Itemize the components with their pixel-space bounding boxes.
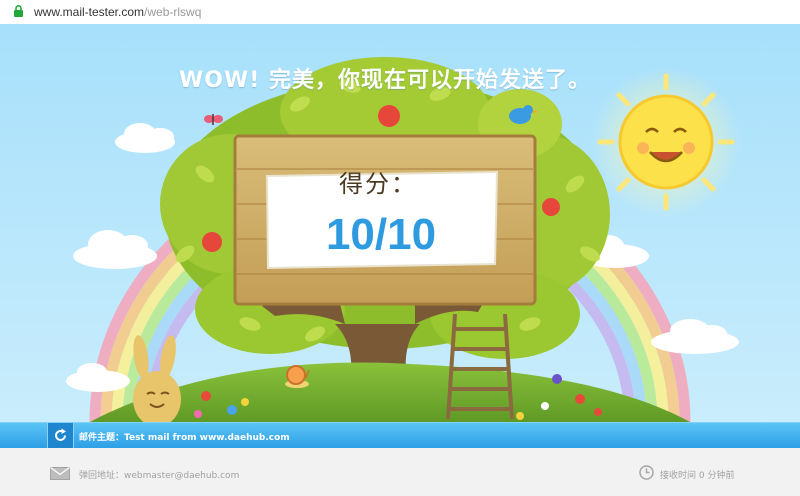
result-illustration: WOW! 完美，你现在可以开始发送了。 得分： 10/10 — [0, 24, 800, 427]
mail-subject: 邮件主题：Test mail from www.daehub.com — [79, 430, 290, 443]
result-headline: WOW! 完美，你现在可以开始发送了。 — [179, 68, 591, 93]
subject-label: 邮件主题： — [79, 433, 125, 443]
address-bar[interactable]: www.mail-tester.com/web-rlswq — [0, 0, 800, 25]
bounce-value: webmaster@daehub.com — [124, 471, 240, 481]
received-time: 接收时间 0 分钟前 — [660, 471, 735, 481]
bounce-address: 弹回地址：webmaster@daehub.com — [79, 468, 239, 481]
mail-icon — [50, 467, 70, 480]
lock-icon — [14, 5, 23, 17]
refresh-icon — [55, 428, 66, 441]
url-text[interactable]: www.mail-tester.com/web-rlswq — [34, 5, 201, 19]
subject-bar: 邮件主题：Test mail from www.daehub.com — [0, 422, 800, 448]
bounce-label: 弹回地址： — [79, 471, 125, 481]
score-value: 10/10 — [325, 210, 437, 259]
refresh-button[interactable] — [47, 423, 74, 448]
url-path: /web-rlswq — [144, 5, 202, 19]
score-label: 得分： — [339, 170, 417, 198]
footer-info: 弹回地址：webmaster@daehub.com 接收时间 0 分钟前 — [0, 448, 800, 496]
url-host: www.mail-tester.com — [34, 5, 145, 19]
clock-icon — [639, 465, 654, 480]
subject-value: Test mail from www.daehub.com — [124, 433, 290, 443]
